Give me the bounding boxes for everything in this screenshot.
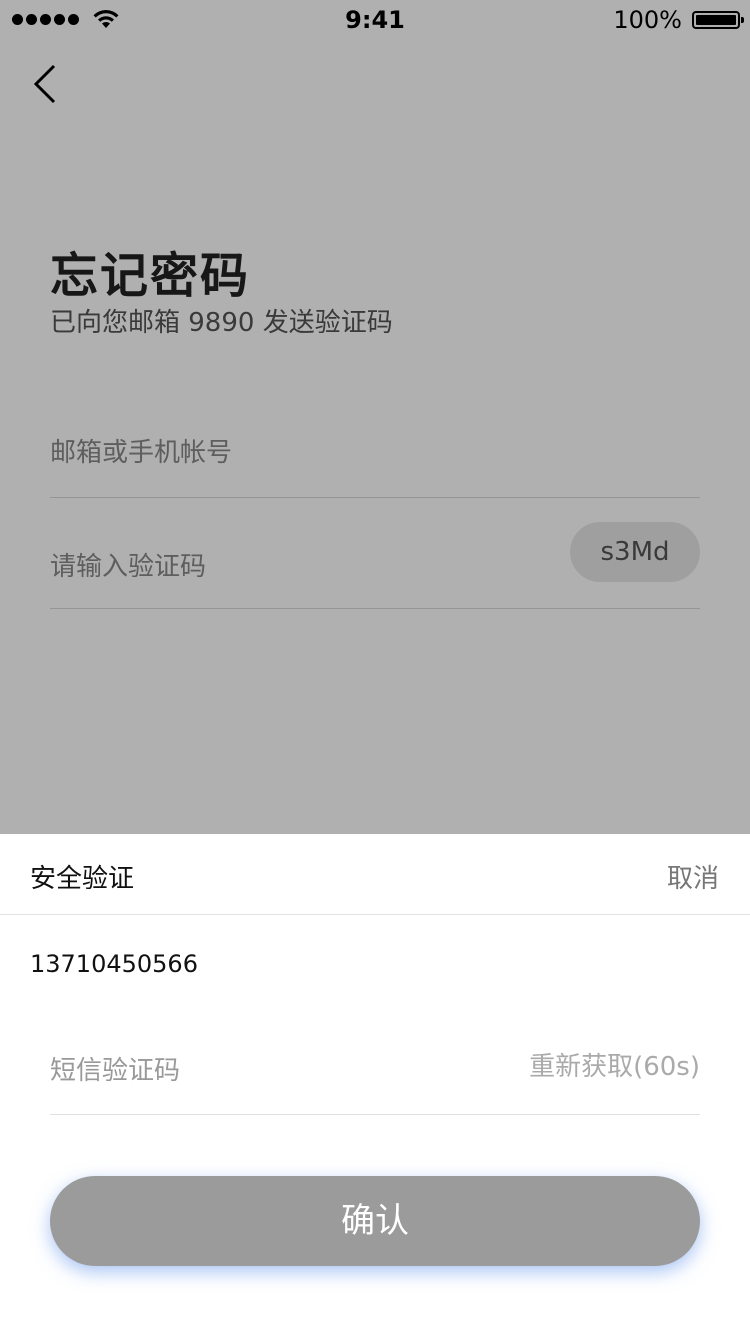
sheet-title: 安全验证 bbox=[30, 864, 135, 894]
security-verification-sheet: 安全验证 取消 13710450566 短信验证码 重新获取(60s) 确认 bbox=[0, 834, 750, 1334]
modal-overlay[interactable] bbox=[0, 0, 750, 834]
sms-code-field[interactable]: 短信验证码 重新获取(60s) bbox=[50, 1032, 700, 1115]
phone-number: 13710450566 bbox=[30, 950, 198, 978]
resend-code-button[interactable]: 重新获取(60s) bbox=[529, 1046, 700, 1083]
sheet-header: 安全验证 取消 bbox=[0, 834, 750, 915]
confirm-button[interactable]: 确认 bbox=[50, 1176, 700, 1266]
cancel-button[interactable]: 取消 bbox=[667, 858, 719, 895]
forgot-password-screen: 9:41 100% 忘记密码 已向您邮箱 9890 发送验证码 邮箱或手机帐号 … bbox=[0, 0, 750, 1334]
sms-code-placeholder: 短信验证码 bbox=[50, 1056, 181, 1086]
